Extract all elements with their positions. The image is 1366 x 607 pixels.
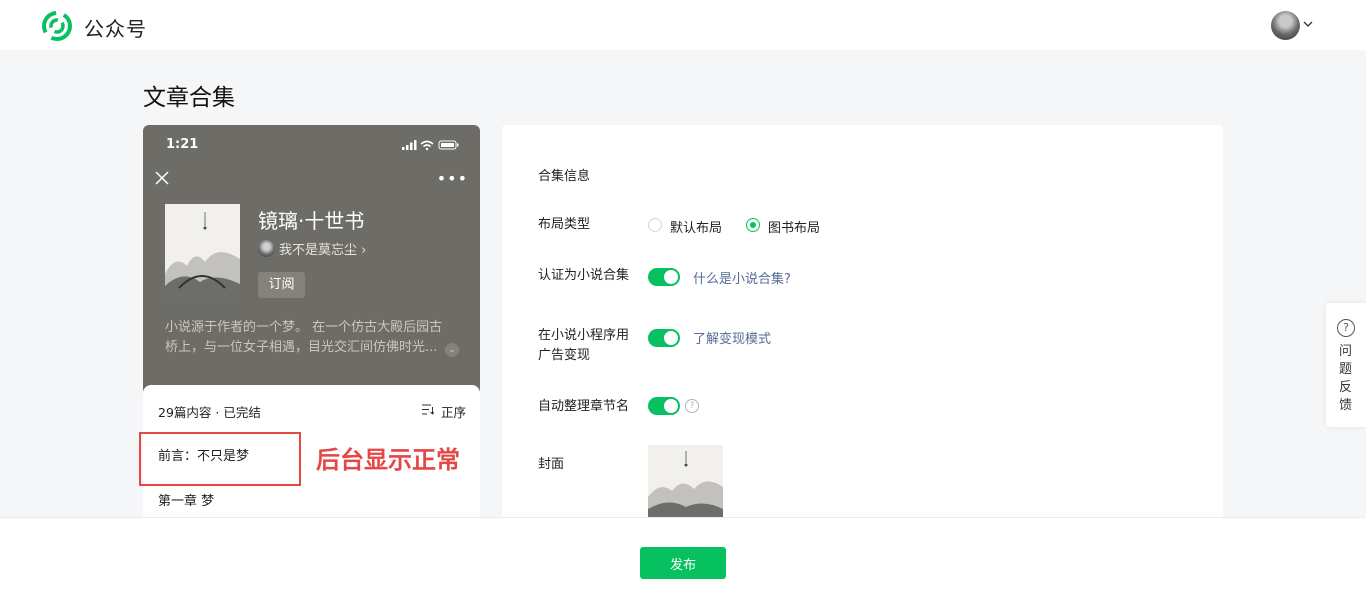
layout-type-label: 布局类型 [538, 217, 591, 232]
settings-panel: 合集信息 布局类型 默认布局 图书布局 认证为小说合集 什么是小说合集? 在小说… [502, 125, 1223, 517]
subscribe-button[interactable]: 订阅 [258, 272, 305, 298]
expand-chevron-icon[interactable]: ⌄ [445, 343, 459, 357]
radio-label-default[interactable]: 默认布局 [670, 217, 722, 236]
cover-thumbnail[interactable] [648, 445, 723, 517]
annotation-highlight-box [139, 432, 301, 486]
sort-icon[interactable] [422, 404, 434, 415]
page-title: 文章合集 [143, 85, 235, 111]
radio-default-layout[interactable] [648, 218, 662, 232]
sort-order-label[interactable]: 正序 [441, 402, 466, 421]
cover-label: 封面 [538, 457, 565, 472]
chevron-down-icon[interactable] [1303, 19, 1313, 29]
ad-monetize-label: 在小说小程序用广告变现 [538, 328, 630, 363]
help-icon[interactable]: ? [685, 399, 699, 413]
close-icon[interactable] [155, 171, 169, 185]
novel-help-link[interactable]: 什么是小说合集? [693, 268, 791, 287]
auto-chapter-label: 自动整理章节名 [538, 399, 630, 414]
more-icon[interactable]: ••• [437, 169, 468, 188]
section-title: 合集信息 [538, 169, 591, 184]
bottom-action-bar: 发布 [0, 517, 1366, 607]
status-time: 1:21 [166, 137, 199, 152]
book-description: 小说源于作者的一个梦。 在一个仿古大殿后园古桥上，与一位女子相遇，目光交汇间仿佛… [165, 320, 443, 355]
ad-monetize-toggle[interactable] [648, 329, 680, 347]
list-item[interactable]: 第一章 梦 [158, 490, 214, 509]
content-count: 29篇内容 · 已完结 [158, 405, 261, 420]
feedback-button[interactable]: ? 问题反馈 [1326, 303, 1366, 427]
question-icon: ? [1337, 319, 1355, 337]
wechat-official-logo-icon[interactable] [42, 11, 72, 41]
user-avatar[interactable] [1271, 11, 1300, 40]
auto-chapter-toggle[interactable] [648, 397, 680, 415]
author-link[interactable]: 我不是莫忘尘 › [279, 239, 366, 258]
novel-certify-label: 认证为小说合集 [538, 268, 630, 283]
publish-button[interactable]: 发布 [640, 547, 726, 579]
radio-book-layout[interactable] [746, 218, 760, 232]
status-bar-icons [402, 140, 459, 151]
annotation-text: 后台显示正常 [316, 446, 460, 474]
brand-name[interactable]: 公众号 [84, 13, 147, 42]
feedback-label: 问题反馈 [1339, 344, 1353, 413]
monetize-mode-link[interactable]: 了解变现模式 [693, 328, 771, 347]
radio-label-book[interactable]: 图书布局 [768, 217, 820, 236]
book-cover-image [165, 204, 240, 305]
author-avatar[interactable] [258, 240, 275, 257]
book-title: 镜璃·十世书 [258, 209, 365, 233]
top-header: 公众号 [0, 0, 1366, 50]
novel-certify-toggle[interactable] [648, 268, 680, 286]
